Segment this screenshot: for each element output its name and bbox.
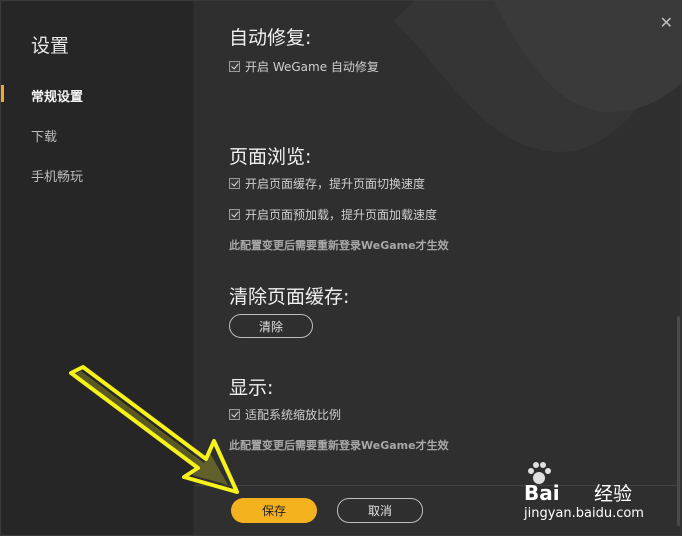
watermark-brand: Bai	[524, 481, 560, 505]
settings-window: 设置 常规设置 下载 手机畅玩 ✕ 自动修复: 开启 WeGame 自动修复 页…	[0, 0, 682, 536]
page-browse-title: 页面浏览:	[229, 146, 312, 168]
relogin-note: 此配置变更后需要重新登录WeGame才生效	[229, 239, 449, 252]
checkbox-checked-icon[interactable]	[229, 178, 240, 189]
save-button[interactable]: 保存	[231, 498, 317, 523]
display-title: 显示:	[229, 377, 274, 399]
sidebar: 设置 常规设置 下载 手机畅玩	[1, 1, 193, 535]
sidebar-item-mobile-play[interactable]: 手机畅玩	[31, 166, 83, 185]
active-nav-indicator	[1, 85, 4, 102]
checkbox-checked-icon[interactable]	[229, 61, 240, 72]
page-cache-checkbox[interactable]: 开启页面缓存，提升页面切换速度	[229, 175, 425, 192]
auto-repair-title: 自动修复:	[229, 27, 312, 49]
cancel-button[interactable]: 取消	[337, 498, 423, 523]
watermark-brand-suffix: 经验	[594, 483, 633, 505]
auto-repair-checkbox[interactable]: 开启 WeGame 自动修复	[229, 58, 379, 75]
display-relogin-note: 此配置变更后需要重新登录WeGame才生效	[229, 439, 449, 452]
watermark: Bai 经验 jingyan.baidu.com	[524, 459, 674, 529]
page-preload-label: 开启页面预加载，提升页面加载速度	[245, 208, 438, 222]
page-preload-checkbox[interactable]: 开启页面预加载，提升页面加载速度	[229, 206, 437, 223]
close-icon[interactable]: ✕	[660, 13, 673, 32]
sidebar-item-general[interactable]: 常规设置	[31, 86, 83, 105]
clear-cache-button[interactable]: 清除	[229, 314, 313, 338]
sidebar-item-download[interactable]: 下载	[31, 126, 57, 145]
display-scale-label: 适配系统缩放比例	[245, 408, 342, 422]
page-cache-label: 开启页面缓存，提升页面切换速度	[245, 177, 426, 191]
watermark-url: jingyan.baidu.com	[524, 506, 644, 521]
settings-content: ✕ 自动修复: 开启 WeGame 自动修复 页面浏览: 开启页面缓存，提升页面…	[194, 1, 681, 535]
auto-repair-label: 开启 WeGame 自动修复	[245, 60, 379, 74]
display-scale-checkbox[interactable]: 适配系统缩放比例	[229, 406, 341, 423]
sidebar-title: 设置	[31, 35, 70, 57]
scrollbar[interactable]	[677, 316, 680, 526]
clear-cache-title: 清除页面缓存:	[229, 286, 350, 308]
checkbox-checked-icon[interactable]	[229, 409, 240, 420]
checkbox-checked-icon[interactable]	[229, 209, 240, 220]
